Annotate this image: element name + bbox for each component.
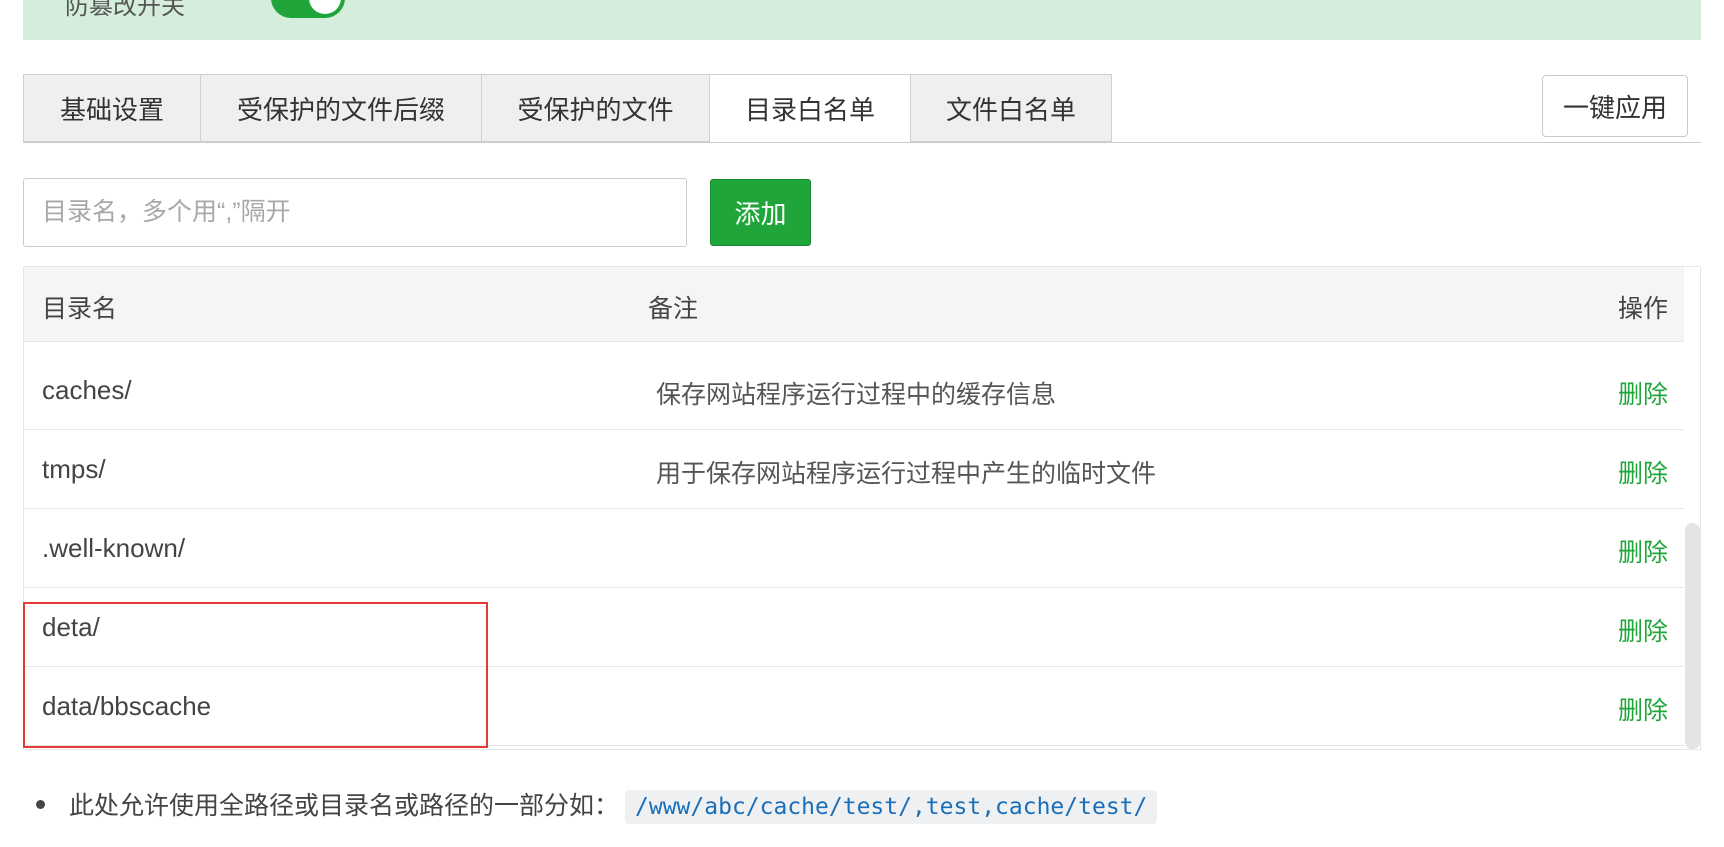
tamper-switch-label: 防篡改开关 xyxy=(65,0,185,20)
toggle-knob xyxy=(309,0,341,14)
row-directory-name: tmps/ xyxy=(42,454,106,484)
table-row: tmps/ 用于保存网站程序运行过程中产生的临时文件 删除 xyxy=(24,430,1684,509)
tab-protected-files[interactable]: 受保护的文件 xyxy=(481,74,709,142)
row-directory-name: .well-known/ xyxy=(42,533,186,563)
add-button[interactable]: 添加 xyxy=(710,179,811,246)
tab-basic-settings[interactable]: 基础设置 xyxy=(23,74,200,142)
one-click-apply-button[interactable]: 一键应用 xyxy=(1542,75,1688,137)
directory-name-input[interactable] xyxy=(23,178,687,247)
tab-protected-extensions[interactable]: 受保护的文件后缀 xyxy=(200,74,481,142)
note-text: 此处允许使用全路径或目录名或路径的一部分如： xyxy=(69,792,620,820)
table-row: .well-known/ 删除 xyxy=(24,509,1684,588)
delete-link[interactable]: 删除 xyxy=(1618,612,1668,648)
row-directory-name: caches/ xyxy=(42,375,132,405)
table-row: caches/ 保存网站程序运行过程中的缓存信息 删除 xyxy=(24,351,1684,430)
delete-link[interactable]: 删除 xyxy=(1618,691,1668,727)
row-note: 用于保存网站程序运行过程中产生的临时文件 xyxy=(656,460,1157,488)
column-header-name: 目录名 xyxy=(42,295,118,323)
table-header: 目录名 备注 操作 xyxy=(24,267,1684,342)
column-header-note: 备注 xyxy=(648,295,699,323)
tamper-protection-bar: 防篡改开关 xyxy=(23,0,1701,40)
list-item: 此处允许使用全路径或目录名或路径的一部分如：/www/abc/cache/tes… xyxy=(36,786,1158,824)
delete-link[interactable]: 删除 xyxy=(1618,533,1668,569)
tamper-switch-toggle[interactable] xyxy=(271,0,345,18)
row-note: 保存网站程序运行过程中的缓存信息 xyxy=(656,381,1057,409)
tab-directory-whitelist[interactable]: 目录白名单 xyxy=(709,74,910,143)
tabs-underline xyxy=(23,142,1701,143)
bullet-icon xyxy=(36,799,45,809)
delete-link[interactable]: 删除 xyxy=(1618,375,1668,411)
column-header-op: 操作 xyxy=(1617,295,1668,323)
table-scrollbar[interactable] xyxy=(1685,523,1700,749)
tab-file-whitelist[interactable]: 文件白名单 xyxy=(910,74,1112,142)
highlight-box xyxy=(23,602,488,748)
delete-link[interactable]: 删除 xyxy=(1618,454,1668,490)
note-code-example: /www/abc/cache/test/,test,cache/test/ xyxy=(625,790,1158,824)
